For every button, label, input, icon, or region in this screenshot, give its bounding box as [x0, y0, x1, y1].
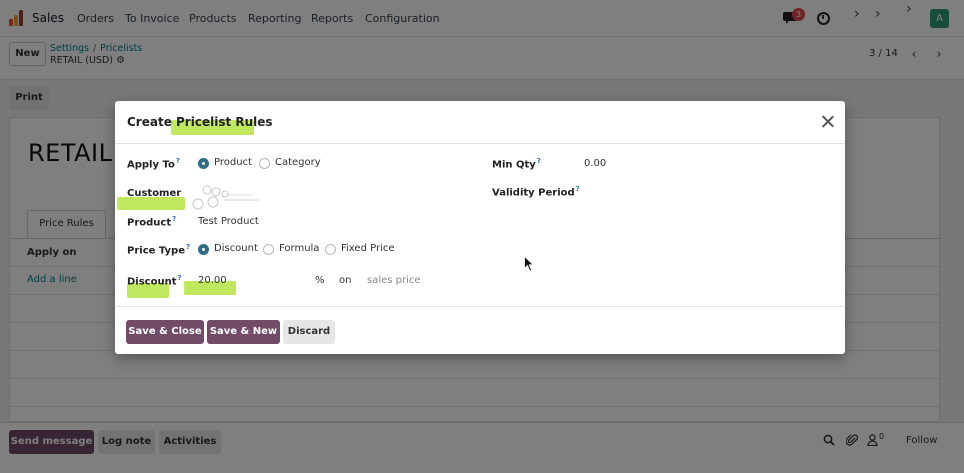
save-close-button[interactable]: Save & Close	[126, 320, 204, 344]
create-pricelist-rule-dialog: Create Pricelist Rules Apply To? Product…	[115, 101, 845, 354]
product-label-text: Product	[127, 217, 172, 229]
price-type-formula-radio[interactable]	[263, 244, 274, 255]
save-new-button[interactable]: Save & New	[207, 320, 280, 344]
product-label: Product?	[127, 215, 176, 228]
price-type-label-text: Price Type	[127, 245, 185, 257]
mouse-cursor-icon	[524, 256, 534, 272]
price-type-fixed-radio[interactable]	[325, 244, 336, 255]
validity-period-label: Validity Period?	[492, 185, 580, 198]
min-qty-label: Min Qty?	[492, 157, 541, 170]
dialog-header: Create Pricelist Rules	[115, 101, 845, 144]
apply-to-product-radio[interactable]	[198, 158, 209, 169]
help-tooltip-icon[interactable]: ?	[537, 157, 541, 165]
discount-on-text: on	[339, 275, 352, 286]
discount-base-field[interactable]: sales price	[367, 275, 421, 286]
min-qty-label-text: Min Qty	[492, 159, 536, 171]
help-tooltip-icon[interactable]: ?	[176, 157, 180, 165]
apply-to-label-text: Apply To	[127, 159, 175, 171]
help-tooltip-icon[interactable]: ?	[172, 215, 176, 223]
apply-to-category-radio[interactable]	[259, 158, 270, 169]
customer-label: Customer	[127, 188, 182, 199]
help-tooltip-icon[interactable]: ?	[186, 243, 190, 251]
discount-label: Discount?	[127, 274, 182, 287]
discount-label-text: Discount	[127, 276, 177, 288]
discard-button[interactable]: Discard	[283, 320, 335, 344]
close-icon[interactable]	[818, 112, 838, 132]
apply-to-product-label[interactable]: Product	[214, 157, 252, 168]
apply-to-category-label[interactable]: Category	[275, 157, 321, 168]
validity-period-label-text: Validity Period	[492, 187, 575, 199]
price-type-discount-radio[interactable]	[198, 244, 209, 255]
price-type-formula-label[interactable]: Formula	[279, 243, 319, 254]
discount-unit: %	[315, 275, 325, 286]
help-tooltip-icon[interactable]: ?	[576, 185, 580, 193]
price-type-label: Price Type?	[127, 243, 190, 256]
min-qty-input[interactable]: 0.00	[584, 158, 606, 169]
customer-field-redacted[interactable]	[191, 185, 261, 211]
price-type-discount-label[interactable]: Discount	[214, 243, 258, 254]
dialog-footer: Save & Close Save & New Discard	[115, 306, 845, 354]
product-field[interactable]: Test Product	[198, 216, 259, 227]
help-tooltip-icon[interactable]: ?	[178, 274, 182, 282]
discount-input[interactable]: 20.00	[198, 275, 227, 286]
dialog-title: Create Pricelist Rules	[127, 115, 273, 129]
apply-to-label: Apply To?	[127, 157, 180, 170]
price-type-fixed-label[interactable]: Fixed Price	[341, 243, 395, 254]
